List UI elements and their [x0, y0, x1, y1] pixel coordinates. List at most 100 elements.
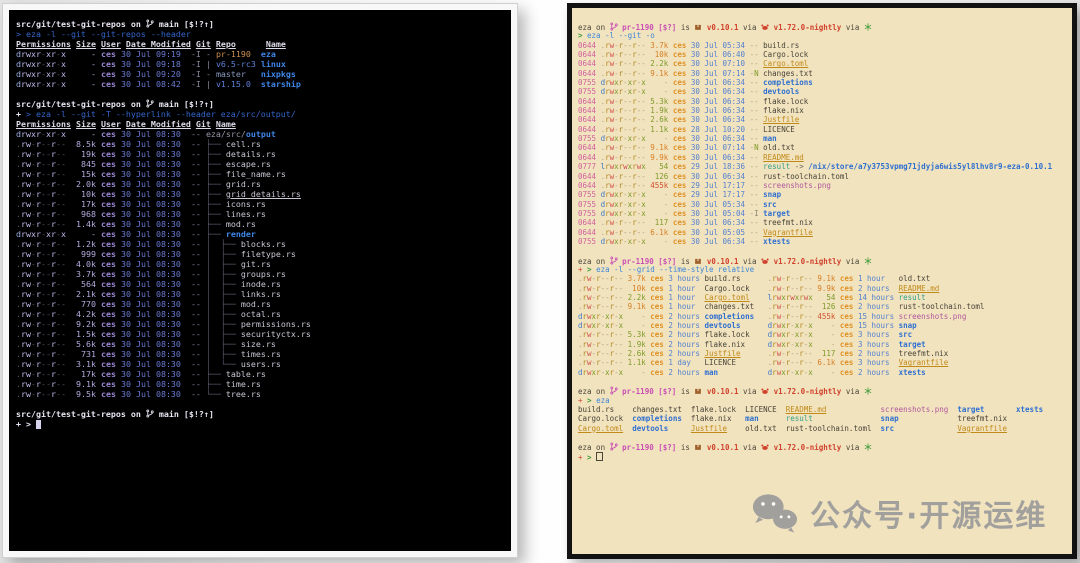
terminal-line: + > eza -l --git -T --hyperlink --header…: [16, 109, 504, 119]
crab-icon: [761, 387, 769, 395]
terminal-line: drwxr-xr-x - ces 30 Jul 09:18 -I | v6.5-…: [16, 59, 504, 69]
terminal-line: eza on pr-1190 [$?] is v0.10.1 via v1.72…: [578, 22, 1066, 31]
snowflake-icon: [864, 387, 872, 395]
terminal-line: > eza -l --git -o: [578, 31, 1066, 40]
terminal-line: 0755 drwxr-xr-x - ces 30 Jul 05:04 -I ta…: [578, 209, 1066, 218]
terminal-line: Cargo.toml devtools Justfile old.txt rus…: [578, 424, 1066, 433]
terminal-line: 0644 .rw-r--r-- 6.1k ces 30 Jul 05:05 --…: [578, 228, 1066, 237]
terminal-line: 0644 .rw-r--r-- 1.1k ces 28 Jul 10:20 --…: [578, 125, 1066, 134]
right-terminal-screen[interactable]: eza on pr-1190 [$?] is v0.10.1 via v1.72…: [572, 8, 1072, 554]
terminal-line: 0755 drwxr-xr-x - ces 30 Jul 06:34 -- de…: [578, 87, 1066, 96]
terminal-line: .rw-r--r-- 1.2k ces 30 Jul 08:30 -- │ ├─…: [16, 239, 504, 249]
terminal-line: drwxr-xr-x - ces 30 Jul 09:19 -I - pr-11…: [16, 49, 504, 59]
terminal-line: .rw-r--r-- 10k ces 30 Jul 08:30 -- ├── g…: [16, 189, 504, 199]
terminal-line: [578, 433, 1066, 442]
cursor: [36, 420, 41, 429]
git-branch-icon: [610, 256, 618, 265]
terminal-line: drwxr-xr-x - ces 2 hours devtools drwxr-…: [578, 321, 1066, 330]
terminal-line: .rw-r--r-- 968 ces 30 Jul 08:30 -- ├── l…: [16, 209, 504, 219]
left-terminal-window[interactable]: src/git/test-git-repos on main [$!?↑]> e…: [2, 3, 518, 558]
terminal-line: drwxr-xr-x - ces 30 Jul 08:30 -- eza/src…: [16, 129, 504, 139]
git-branch-icon: [146, 99, 154, 108]
terminal-line: 0755 drwxr-xr-x - ces 30 Jul 06:34 -- xt…: [578, 237, 1066, 246]
terminal-line: .rw-r--r-- 731 ces 30 Jul 08:30 -- │ ├──…: [16, 349, 504, 359]
terminal-line: .rw-r--r-- 17k ces 30 Jul 08:30 -- ├── i…: [16, 199, 504, 209]
terminal-line: 0644 .rw-r--r-- 9.1k ces 30 Jul 07:14 -N…: [578, 143, 1066, 152]
terminal-line: .rw-r--r-- 845 ces 30 Jul 08:30 -- ├── e…: [16, 159, 504, 169]
terminal-line: .rw-r--r-- 3.7k ces 3 hours build.rs .rw…: [578, 274, 1066, 283]
git-branch-icon: [610, 386, 618, 395]
terminal-line: .rw-r--r-- 9.5k ces 30 Jul 08:30 -- └── …: [16, 389, 504, 399]
crab-icon: [761, 23, 769, 31]
terminal-line: eza on pr-1190 [$?] is v0.10.1 via v1.72…: [578, 442, 1066, 451]
terminal-line: eza on pr-1190 [$?] is v0.10.1 via v1.72…: [578, 386, 1066, 395]
terminal-line: Permissions Size User Date Modified Git …: [16, 39, 504, 49]
terminal-line: + > eza: [578, 396, 1066, 405]
terminal-line: src/git/test-git-repos on main [$!?↑]: [16, 409, 504, 419]
right-terminal-window[interactable]: eza on pr-1190 [$?] is v0.10.1 via v1.72…: [567, 3, 1077, 559]
wechat-icon: [748, 490, 800, 536]
wechat-watermark: 公众号·开源运维: [748, 490, 1047, 536]
terminal-line: src/git/test-git-repos on main [$!?↑]: [16, 99, 504, 109]
terminal-line: + >: [16, 419, 504, 429]
terminal-line: 0644 .rw-r--r-- 126 ces 30 Jul 06:34 -- …: [578, 172, 1066, 181]
terminal-line: drwxr-xr-x - ces 30 Jul 08:30 -- ├── ren…: [16, 229, 504, 239]
terminal-line: 0644 .rw-r--r-- 2.6k ces 30 Jul 06:34 --…: [578, 115, 1066, 124]
terminal-line: 0644 .rw-r--r-- 1.9k ces 30 Jul 06:34 --…: [578, 106, 1066, 115]
terminal-line: .rw-r--r-- 8.5k ces 30 Jul 08:30 -- ├── …: [16, 139, 504, 149]
terminal-line: eza on pr-1190 [$?] is v0.10.1 via v1.72…: [578, 256, 1066, 265]
git-branch-icon: [610, 442, 618, 451]
cursor: [596, 452, 603, 461]
terminal-line: drwxr-xr-x - ces 2 hours man drwxr-xr-x …: [578, 368, 1066, 377]
left-terminal-screen[interactable]: src/git/test-git-repos on main [$!?↑]> e…: [9, 10, 511, 551]
terminal-line: .rw-r--r-- 770 ces 30 Jul 08:30 -- │ ├──…: [16, 299, 504, 309]
terminal-line: .rw-r--r-- 15k ces 30 Jul 08:30 -- ├── f…: [16, 169, 504, 179]
terminal-line: 0644 .rw-r--r-- 2.2k ces 30 Jul 07:10 --…: [578, 59, 1066, 68]
terminal-line: .rw-r--r-- 999 ces 30 Jul 08:30 -- │ ├──…: [16, 249, 504, 259]
terminal-line: src/git/test-git-repos on main [$!?↑]: [16, 19, 504, 29]
terminal-line: 0644 .rw-r--r-- 9.1k ces 30 Jul 07:14 -N…: [578, 69, 1066, 78]
terminal-line: .rw-r--r-- 1.4k ces 30 Jul 08:30 -- ├── …: [16, 219, 504, 229]
terminal-line: drwxr-xr-x - ces 30 Jul 08:42 -I | v1.15…: [16, 79, 504, 89]
terminal-line: Cargo.lock completions flake.nix man res…: [578, 414, 1066, 423]
terminal-line: .rw-r--r-- 564 ces 30 Jul 08:30 -- │ ├──…: [16, 279, 504, 289]
terminal-line: [578, 377, 1066, 386]
watermark-text: 公众号·开源运维: [810, 491, 1047, 535]
terminal-line: .rw-r--r-- 3.1k ces 30 Jul 08:30 -- │ └─…: [16, 359, 504, 369]
terminal-line: .rw-r--r-- 9.2k ces 30 Jul 08:30 -- │ ├─…: [16, 319, 504, 329]
terminal-line: > eza -l --git --git-repos --header: [16, 29, 504, 39]
terminal-line: 0644 .rw-r--r-- 9.9k ces 30 Jul 06:34 --…: [578, 153, 1066, 162]
terminal-line: .rw-r--r-- 3.7k ces 30 Jul 08:30 -- │ ├─…: [16, 269, 504, 279]
terminal-line: build.rs changes.txt flake.lock LICENCE …: [578, 405, 1066, 414]
terminal-line: [578, 246, 1066, 255]
git-branch-icon: [610, 22, 618, 31]
terminal-line: .rw-r--r-- 10k ces 1 hour Cargo.lock .rw…: [578, 284, 1066, 293]
terminal-line: .rw-r--r-- 5.3k ces 2 hours flake.lock d…: [578, 330, 1066, 339]
snowflake-icon: [864, 257, 872, 265]
terminal-line: .rw-r--r-- 19k ces 30 Jul 08:30 -- ├── d…: [16, 149, 504, 159]
terminal-line: + >: [578, 452, 1066, 461]
terminal-line: 0644 .rw-r--r-- 3.7k ces 30 Jul 05:34 --…: [578, 41, 1066, 50]
terminal-line: + > eza -l --grid --time-style relative: [578, 265, 1066, 274]
terminal-line: 0644 .rw-r--r-- 117 ces 30 Jul 06:34 -- …: [578, 218, 1066, 227]
terminal-line: 0755 drwxr-xr-x - ces 30 Jul 05:34 -- sr…: [578, 200, 1066, 209]
terminal-line: .rw-r--r-- 2.1k ces 30 Jul 08:30 -- │ ├─…: [16, 289, 504, 299]
terminal-line: .rw-r--r-- 1.1k ces 1 day LICENCE .rw-r-…: [578, 358, 1066, 367]
terminal-line: .rw-r--r-- 1.9k ces 2 hours flake.nix dr…: [578, 340, 1066, 349]
git-branch-icon: [146, 19, 154, 28]
git-branch-icon: [146, 409, 154, 418]
snowflake-icon: [864, 23, 872, 31]
terminal-line: .rw-r--r-- 1.5k ces 30 Jul 08:30 -- │ ├─…: [16, 329, 504, 339]
terminal-line: 0755 drwxr-xr-x - ces 29 Jul 17:17 -- sn…: [578, 190, 1066, 199]
terminal-line: 0644 .rw-r--r-- 10k ces 30 Jul 06:40 -- …: [578, 50, 1066, 59]
terminal-line: .rw-r--r-- 4.2k ces 30 Jul 08:30 -- │ ├─…: [16, 309, 504, 319]
terminal-line: Permissions Size User Date Modified Git …: [16, 119, 504, 129]
terminal-line: [16, 399, 504, 409]
terminal-line: .rw-r--r-- 2.2k ces 1 hour Cargo.toml lr…: [578, 293, 1066, 302]
snowflake-icon: [864, 443, 872, 451]
terminal-line: .rw-r--r-- 4.0k ces 30 Jul 08:30 -- │ ├─…: [16, 259, 504, 269]
terminal-line: drwxr-xr-x - ces 30 Jul 09:20 -I - maste…: [16, 69, 504, 79]
terminal-line: .rw-r--r-- 9.1k ces 30 Jul 08:30 -- ├── …: [16, 379, 504, 389]
terminal-line: [16, 89, 504, 99]
terminal-line: 0644 .rw-r--r-- 455k ces 29 Jul 17:17 --…: [578, 181, 1066, 190]
